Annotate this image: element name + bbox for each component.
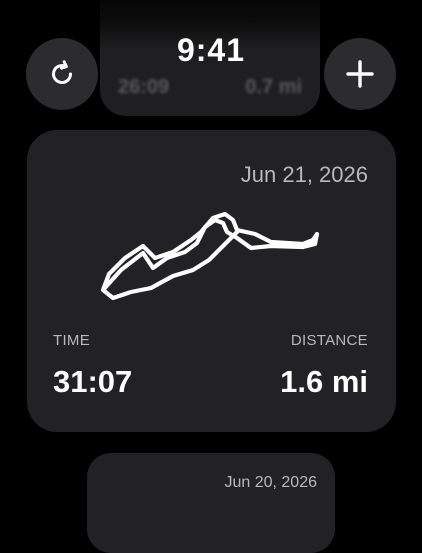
previous-workout-time: 26:09: [118, 76, 170, 98]
distance-label: DISTANCE: [290, 332, 368, 349]
workout-date: Jun 21, 2026: [240, 162, 368, 187]
time-value: 31:07: [53, 364, 133, 399]
distance-value: 1.6 mi: [280, 364, 368, 399]
workout-card[interactable]: Jun 21, 2026 TIME 31:07 DISTANCE 1.6 mi: [27, 130, 396, 432]
previous-workout-distance: 0.7 mi: [245, 76, 302, 98]
plus-icon: [346, 60, 374, 88]
add-workout-button[interactable]: [324, 38, 396, 110]
refresh-button[interactable]: [26, 38, 98, 110]
previous-workout-stats: 26:09 0.7 mi: [100, 76, 320, 99]
time-label: TIME: [53, 332, 91, 349]
next-workout-card[interactable]: Jun 20, 2026: [87, 453, 335, 553]
next-workout-date: Jun 20, 2026: [224, 474, 317, 491]
refresh-icon: [52, 60, 72, 84]
